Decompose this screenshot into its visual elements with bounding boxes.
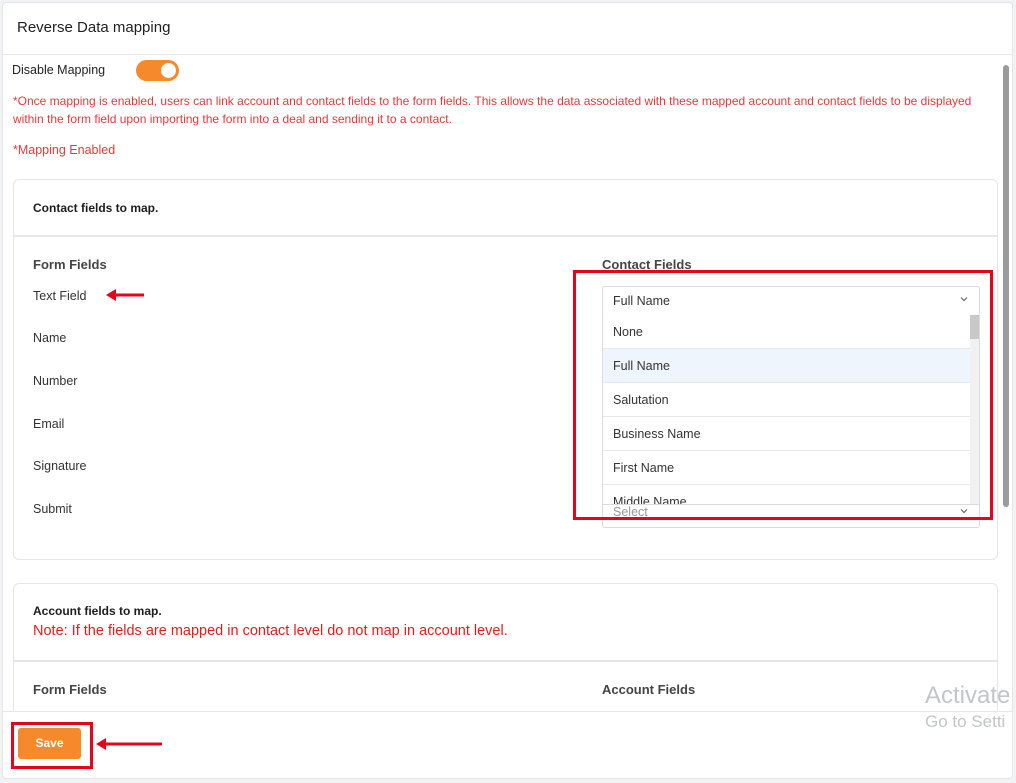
- form-field-number: Number: [33, 374, 78, 388]
- modal-scrollbar[interactable]: [1003, 65, 1009, 507]
- form-fields-header: Form Fields: [33, 257, 107, 272]
- modal-header: Reverse Data mapping: [3, 3, 1012, 55]
- account-card-note: Note: If the fields are mapped in contac…: [33, 623, 508, 639]
- account-fields-header: Account Fields: [602, 682, 696, 697]
- disable-mapping-label: Disable Mapping: [12, 63, 106, 77]
- dropdown-highlight-box: [573, 270, 993, 520]
- modal-title: Reverse Data mapping: [17, 19, 171, 36]
- form-field-email: Email: [33, 417, 65, 431]
- form-field-name: Name: [33, 331, 67, 345]
- arrow-left-icon: [96, 738, 162, 750]
- mapping-status: *Mapping Enabled: [13, 143, 116, 157]
- mapping-notice: *Once mapping is enabled, users can link…: [13, 94, 972, 126]
- form-field-submit: Submit: [33, 502, 72, 516]
- account-card-title: Account fields to map.: [33, 604, 162, 618]
- watermark-line-2: Go to Setti: [925, 712, 1006, 731]
- account-card-header: Account fields to map. Note: If the fiel…: [14, 584, 997, 662]
- contact-card-title: Contact fields to map.: [33, 201, 159, 215]
- disable-mapping-toggle[interactable]: [136, 60, 179, 81]
- account-fields-card: Account fields to map. Note: If the fiel…: [13, 583, 998, 723]
- form-field-text-field: Text Field: [33, 289, 87, 303]
- form-field-signature: Signature: [33, 459, 87, 473]
- watermark-line-1: Activate: [925, 682, 1011, 709]
- activation-watermark: Activate Go to Setti: [925, 682, 1010, 732]
- save-highlight-box: [11, 722, 93, 769]
- contact-card-header: Contact fields to map.: [14, 180, 997, 237]
- arrow-left-icon: [106, 289, 144, 301]
- account-form-fields-header: Form Fields: [33, 682, 107, 697]
- toggle-knob: [161, 63, 176, 78]
